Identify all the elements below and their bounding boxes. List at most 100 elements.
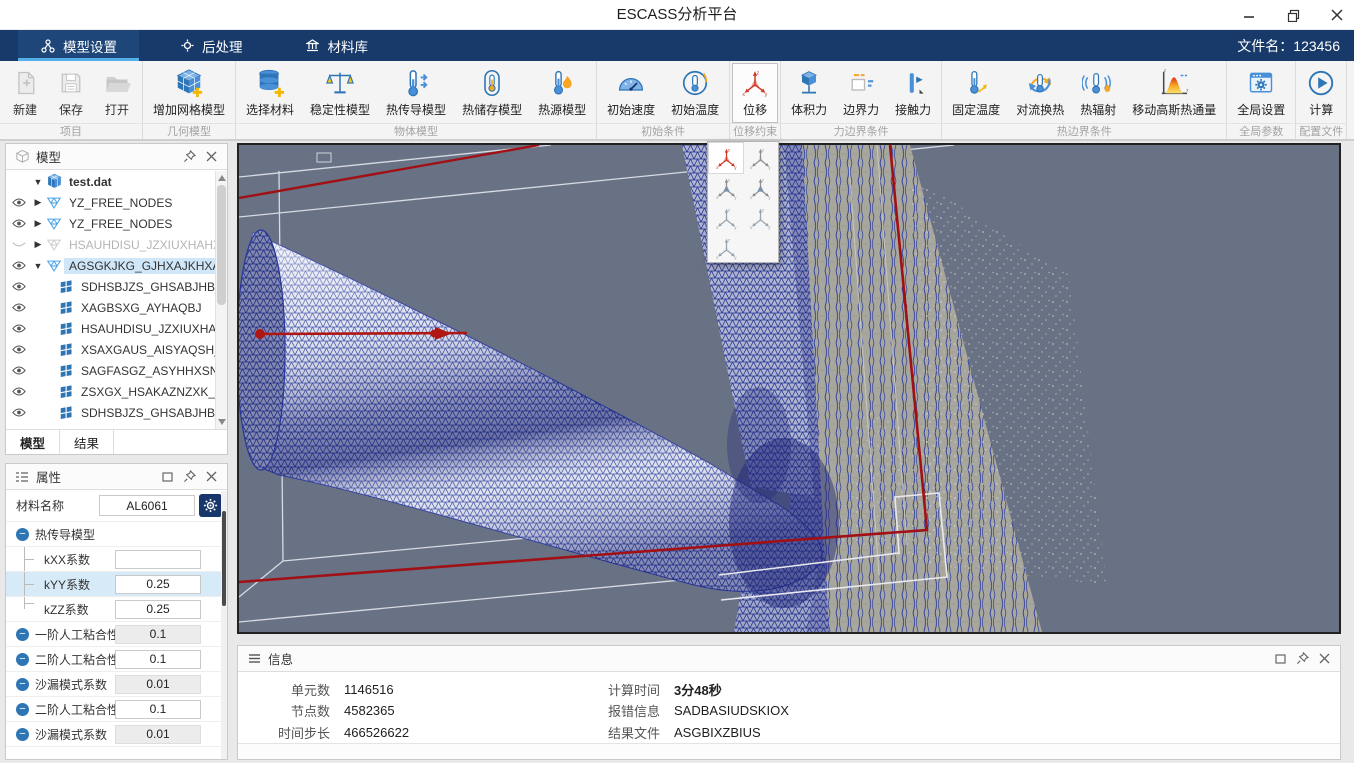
scroll-down-icon[interactable]	[218, 419, 226, 425]
collapse-icon[interactable]: −	[16, 528, 29, 541]
add-mesh-model-button[interactable]: 增加网格模型	[145, 63, 233, 123]
tree-row-part[interactable]: SDHSBJZS_GHSABJHB_ZAHU	[6, 402, 227, 423]
heat-conduction-model-button[interactable]: 热传导模型	[378, 63, 454, 123]
tree-row-mesh-group-hidden[interactable]: ▶ HSAUHDISU_JZXIUXHAHX	[6, 234, 227, 255]
moving-gauss-heat-flux-button[interactable]: zx 移动高斯热通量	[1124, 63, 1224, 123]
constraint-option-xyz-light[interactable]	[743, 143, 777, 173]
fixed-temperature-button[interactable]: 固定温度	[944, 63, 1008, 123]
tab-post-processing[interactable]: 后处理	[157, 30, 265, 61]
constraint-option-yz-filled[interactable]	[743, 173, 777, 203]
tab-model-settings[interactable]: 模型设置	[18, 30, 139, 61]
radiation-button[interactable]: 热辐射	[1072, 63, 1124, 123]
maximize-icon[interactable]	[1272, 651, 1288, 667]
body-force-button[interactable]: 体积力	[783, 63, 835, 123]
tree-row-mesh-group[interactable]: ▶ YZ_FREE_NODES	[6, 213, 227, 234]
collapse-icon[interactable]: −	[16, 628, 29, 641]
restore-icon[interactable]	[1284, 6, 1302, 24]
expander-icon[interactable]: ▶	[32, 239, 44, 250]
heat-source-model-button[interactable]: 热源模型	[530, 63, 594, 123]
visibility-eye-icon[interactable]	[6, 282, 32, 291]
visibility-eye-icon[interactable]	[6, 303, 32, 312]
tree-scrollbar[interactable]	[215, 171, 227, 429]
new-button[interactable]: 新建	[2, 63, 48, 123]
scrollbar-thumb[interactable]	[217, 185, 226, 305]
material-settings-button[interactable]	[199, 494, 222, 517]
heat-storage-model-button[interactable]: 热储存模型	[454, 63, 530, 123]
expander-icon[interactable]: ▶	[32, 197, 44, 208]
tree-row-mesh-group[interactable]: ▶ YZ_FREE_NODES	[6, 192, 227, 213]
save-button[interactable]: 保存	[48, 63, 94, 123]
viscosity1-input[interactable]	[115, 625, 201, 644]
constraint-option-xy-filled[interactable]	[709, 173, 743, 203]
mesh-group-icon	[44, 238, 64, 252]
visibility-eye-icon[interactable]	[6, 324, 32, 333]
tab-material-library[interactable]: 材料库	[283, 30, 391, 61]
visibility-eye-icon[interactable]	[6, 387, 32, 396]
hourglass2-input[interactable]	[115, 725, 201, 744]
select-material-button[interactable]: 选择材料	[238, 63, 302, 123]
tree-row-mesh-group-selected[interactable]: ▼ AGSGKJKG_GJHXAJKHXA	[6, 255, 227, 276]
expander-icon[interactable]: ▼	[32, 177, 44, 187]
boundary-force-button[interactable]: 边界力	[835, 63, 887, 123]
tree-row-part[interactable]: SDHSBJZS_GHSABJHB_ZAHU	[6, 276, 227, 297]
tree-row-part[interactable]: ZSXGX_HSAKAZNZXK_AHASX	[6, 381, 227, 402]
visibility-eye-icon[interactable]	[6, 261, 32, 270]
visibility-eye-icon[interactable]	[6, 408, 32, 417]
displacement-button[interactable]: 位移	[732, 63, 778, 123]
collapse-icon[interactable]: −	[16, 653, 29, 666]
visibility-eye-icon[interactable]	[6, 219, 32, 228]
viscosity2-input[interactable]	[115, 650, 201, 669]
scroll-up-icon[interactable]	[218, 175, 226, 181]
contact-force-button[interactable]: 接触力	[887, 63, 939, 123]
kzz-input[interactable]	[115, 600, 201, 619]
expander-icon[interactable]: ▼	[32, 261, 44, 271]
tree-row-part[interactable]: XSAXGAUS_AISYAQSH_ASHX	[6, 339, 227, 360]
constraint-option-z-only[interactable]	[709, 233, 743, 263]
open-button[interactable]: 打开	[94, 63, 140, 123]
stability-model-button[interactable]: 稳定性模型	[302, 63, 378, 123]
close-icon[interactable]	[1316, 651, 1332, 667]
expander-icon[interactable]: ▶	[32, 218, 44, 229]
tab-results[interactable]: 结果	[60, 430, 114, 454]
collapse-icon[interactable]: −	[16, 678, 29, 691]
global-settings-button[interactable]: 全局设置	[1229, 63, 1293, 123]
scrollbar-thumb[interactable]	[222, 511, 226, 606]
kxx-input[interactable]	[115, 550, 201, 569]
close-icon[interactable]	[203, 469, 219, 485]
close-icon[interactable]	[1328, 6, 1346, 24]
constraint-option-z-axis-alt[interactable]	[743, 203, 777, 233]
tree-root-row[interactable]: ▼ test.dat	[6, 171, 227, 192]
properties-scrollbar[interactable]	[221, 491, 227, 759]
maximize-icon[interactable]	[159, 469, 175, 485]
tree-row-part[interactable]: SAGFASGZ_ASYHHXSN	[6, 360, 227, 381]
initial-temperature-button[interactable]: 初始温度	[663, 63, 727, 123]
pin-icon[interactable]	[181, 149, 197, 165]
collapse-icon[interactable]: −	[16, 703, 29, 716]
group-label: 配置文件	[1296, 123, 1346, 140]
visibility-eye-closed-icon[interactable]	[6, 240, 32, 249]
mesh-group-icon	[44, 217, 64, 231]
close-icon[interactable]	[203, 149, 219, 165]
visibility-eye-icon[interactable]	[6, 198, 32, 207]
tree-row-part[interactable]: XAGBSXG_AYHAQBJ	[6, 297, 227, 318]
collapse-icon[interactable]: −	[16, 728, 29, 741]
compute-button[interactable]: 计算	[1298, 63, 1344, 123]
visibility-eye-icon[interactable]	[6, 345, 32, 354]
visibility-eye-icon[interactable]	[6, 366, 32, 375]
initial-velocity-button[interactable]: 初始速度	[599, 63, 663, 123]
minimize-icon[interactable]	[1240, 6, 1258, 24]
pin-icon[interactable]	[1294, 651, 1310, 667]
hourglass1-input[interactable]	[115, 675, 201, 694]
constraint-option-z-axis[interactable]	[709, 203, 743, 233]
tree-row-part[interactable]: HSAUHDISU_JZXIUXHAHX	[6, 318, 227, 339]
material-name-input[interactable]	[99, 495, 195, 516]
pin-icon[interactable]	[181, 469, 197, 485]
viscosity3-input[interactable]	[115, 700, 201, 719]
section-heat-conduction[interactable]: − 热传导模型	[6, 522, 227, 547]
kyy-input[interactable]	[115, 575, 201, 594]
mesh-scene	[239, 145, 1339, 632]
convection-button[interactable]: 对流换热	[1008, 63, 1072, 123]
constraint-option-xyz-selected[interactable]	[709, 143, 743, 173]
viewport-3d[interactable]	[237, 143, 1341, 634]
tab-model[interactable]: 模型	[6, 430, 60, 454]
